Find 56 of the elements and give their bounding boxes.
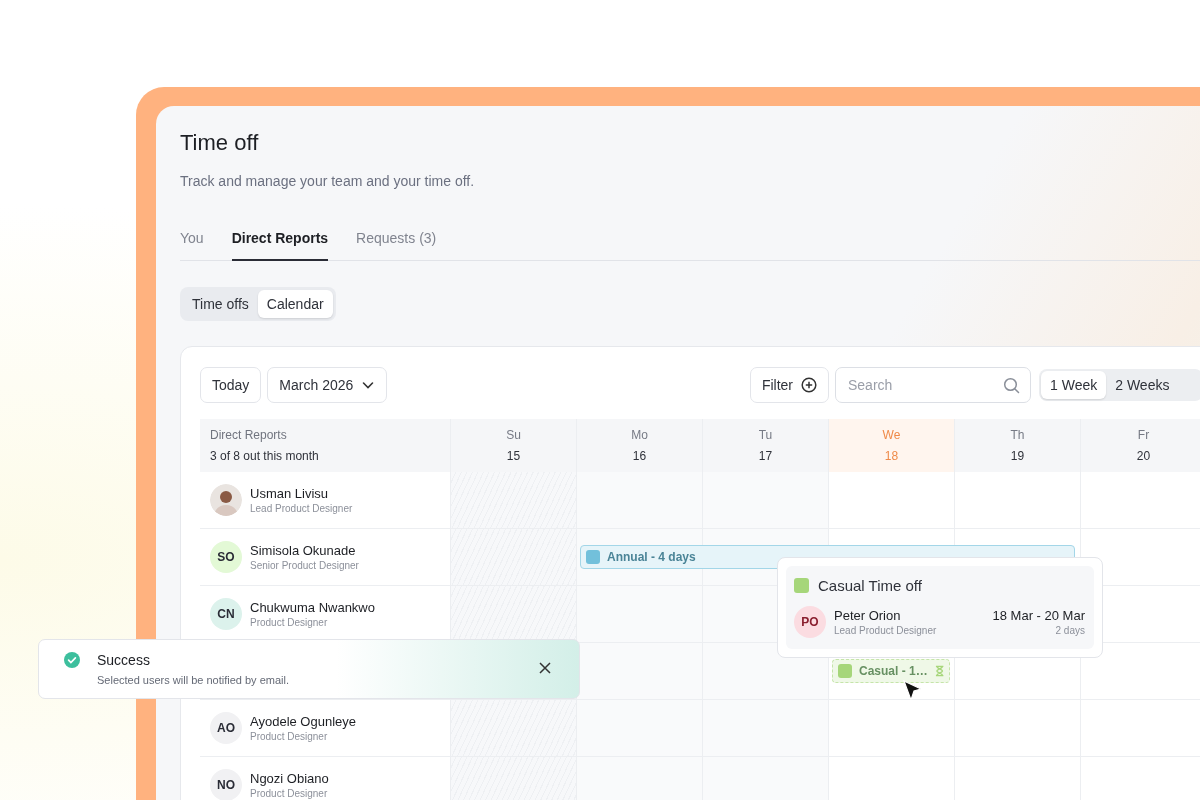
- month-dropdown[interactable]: March 2026: [267, 367, 388, 403]
- check-circle-icon: [64, 652, 80, 668]
- toast-title: Success: [97, 652, 151, 668]
- person-name: Simisola Okunade: [250, 543, 357, 558]
- date-label: 20: [1136, 449, 1151, 463]
- initials-avatar: NO: [210, 769, 242, 800]
- person-name: Chukwuma Nwankwo: [250, 600, 375, 615]
- weekday-label: We: [882, 428, 901, 442]
- person-role: Product Designer: [250, 788, 329, 799]
- range-option[interactable]: 2 Weeks: [1106, 371, 1179, 399]
- person-name: Ngozi Obiano: [250, 771, 329, 786]
- range-option[interactable]: 1 Week: [1041, 371, 1107, 399]
- weekday-label: Fr: [1137, 428, 1150, 442]
- initials-avatar: AO: [210, 712, 242, 744]
- weekday-label: Su: [506, 428, 521, 442]
- date-range: 18 Mar - 20 Mar: [992, 608, 1085, 623]
- tab[interactable]: Requests (3): [356, 221, 437, 261]
- person-role: Product Designer: [250, 617, 329, 628]
- tab[interactable]: Direct Reports: [231, 221, 329, 261]
- weekday-label: Mo: [631, 428, 648, 442]
- weekday-label: Th: [1010, 428, 1025, 442]
- initials-avatar: CN: [210, 598, 242, 630]
- person-name: Peter Orion: [834, 608, 902, 623]
- today-button[interactable]: Today: [200, 367, 262, 403]
- date-label: 18: [884, 449, 899, 463]
- event-label: Annual - 4 days: [607, 550, 697, 564]
- popover-title: Casual Time off: [818, 577, 922, 594]
- initials-avatar: PO: [794, 606, 826, 638]
- initials-avatar: SO: [210, 541, 242, 573]
- duration-label: 2 days: [1055, 625, 1085, 636]
- close-icon: [539, 662, 551, 674]
- person-role: Lead Product Designer: [834, 625, 937, 636]
- search-field[interactable]: Search: [835, 367, 1031, 403]
- date-label: 16: [632, 449, 647, 463]
- filter-button[interactable]: Filter: [749, 367, 829, 403]
- plus-circle-icon: [801, 377, 817, 393]
- view-option[interactable]: Time offs: [183, 290, 258, 318]
- toast-message: Selected users will be notified by email.: [97, 674, 289, 686]
- search-icon: [1003, 377, 1020, 394]
- tab[interactable]: You: [180, 221, 204, 261]
- person-role: Product Designer: [250, 731, 329, 742]
- page-title: Time off: [180, 130, 260, 156]
- out-summary: 3 of 8 out this month: [210, 449, 320, 463]
- weekday-label: Tu: [758, 428, 773, 442]
- person-name: Ayodele Ogunleye: [250, 714, 356, 729]
- person-role: Lead Product Designer: [250, 503, 353, 514]
- page-subtitle: Track and manage your team and your time off.: [180, 173, 476, 189]
- column-heading: Direct Reports: [210, 428, 288, 442]
- date-label: 19: [1010, 449, 1025, 463]
- view-option[interactable]: Calendar: [257, 290, 333, 318]
- hourglass-icon: [934, 665, 944, 677]
- date-label: 15: [506, 449, 521, 463]
- event-label: Casual - 1…: [859, 664, 928, 678]
- person-name: Usman Livisu: [250, 486, 330, 501]
- date-label: 17: [758, 449, 773, 463]
- person-role: Senior Product Designer: [250, 560, 359, 571]
